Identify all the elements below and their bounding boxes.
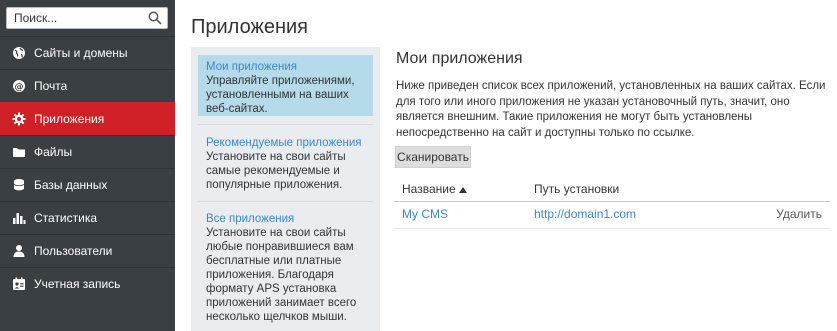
- page-title: Приложения: [191, 16, 309, 38]
- sidebar-item-mail[interactable]: @ Почта: [0, 69, 175, 102]
- account-icon: [12, 277, 26, 291]
- sidebar-item-databases[interactable]: Базы данных: [0, 168, 175, 201]
- sidebar-item-label: Сайты и домены: [34, 46, 128, 60]
- bar-chart-icon: [12, 211, 26, 225]
- sidebar-item-label: Учетная запись: [34, 277, 121, 291]
- delete-link[interactable]: Удалить: [776, 207, 822, 221]
- scan-button[interactable]: Сканировать: [395, 146, 471, 168]
- subnav-item-recommended-apps[interactable]: Рекомендуемые приложения Установите на с…: [198, 131, 373, 196]
- subnav-item-description: Установите на свои сайты любые понравивш…: [206, 227, 357, 323]
- user-icon: [12, 244, 26, 258]
- subnav-item-title[interactable]: Рекомендуемые приложения: [206, 136, 365, 150]
- globe-icon: [12, 46, 26, 60]
- sort-ascending-icon: [458, 186, 467, 193]
- svg-text:@: @: [15, 83, 24, 93]
- table-row: My CMS http://domain1.com Удалить: [394, 203, 830, 229]
- section-title: Мои приложения: [396, 50, 523, 67]
- table-header: Название Путь установки: [394, 178, 830, 202]
- column-header-name[interactable]: Название: [402, 182, 467, 196]
- sidebar-item-account[interactable]: Учетная запись: [0, 267, 175, 300]
- mail-icon: @: [12, 79, 26, 93]
- subnav-item-description: Управляйте приложениями, установленными …: [206, 75, 355, 115]
- install-path-link[interactable]: http://domain1.com: [534, 207, 636, 221]
- subnav-item-description: Установите на свои сайты самые рекоменду…: [206, 151, 346, 191]
- sidebar-item-label: Почта: [34, 79, 68, 93]
- sidebar-item-label: Приложения: [34, 112, 105, 126]
- column-header-label: Название: [402, 182, 456, 196]
- subnav-item-title[interactable]: Мои приложения: [206, 60, 365, 74]
- sidebar-item-label: Файлы: [34, 145, 73, 159]
- subnav-divider: [198, 201, 373, 202]
- apps-subnav: Мои приложения Управляйте приложениями, …: [191, 47, 380, 331]
- sidebar-item-label: Статистика: [34, 211, 98, 225]
- gear-icon: [12, 112, 26, 126]
- search-input[interactable]: [7, 8, 167, 28]
- sidebar-item-label: Базы данных: [34, 178, 108, 192]
- subnav-item-my-apps[interactable]: Мои приложения Управляйте приложениями, …: [198, 55, 373, 116]
- sidebar-item-statistics[interactable]: Статистика: [0, 201, 175, 234]
- sidebar-item-files[interactable]: Файлы: [0, 135, 175, 168]
- section-description: Ниже приведен список всех приложений, ус…: [396, 80, 826, 139]
- search-box: [6, 7, 168, 29]
- column-header-path[interactable]: Путь установки: [534, 182, 619, 196]
- sidebar-item-applications[interactable]: Приложения: [0, 102, 175, 135]
- sidebar-item-sites-domains[interactable]: Сайты и домены: [0, 36, 175, 69]
- sidebar-item-users[interactable]: Пользователи: [0, 234, 175, 267]
- sidebar: Сайты и домены @ Почта Приложения Файлы …: [0, 0, 175, 331]
- database-icon: [12, 178, 26, 192]
- search-area: [0, 0, 175, 36]
- search-icon[interactable]: [148, 11, 162, 25]
- folder-icon: [12, 145, 26, 159]
- sidebar-item-label: Пользователи: [34, 244, 113, 258]
- app-name-link[interactable]: My CMS: [402, 207, 448, 221]
- subnav-divider: [198, 124, 373, 125]
- subnav-item-all-apps[interactable]: Все приложения Установите на свои сайты …: [198, 207, 373, 328]
- subnav-item-title[interactable]: Все приложения: [206, 212, 365, 226]
